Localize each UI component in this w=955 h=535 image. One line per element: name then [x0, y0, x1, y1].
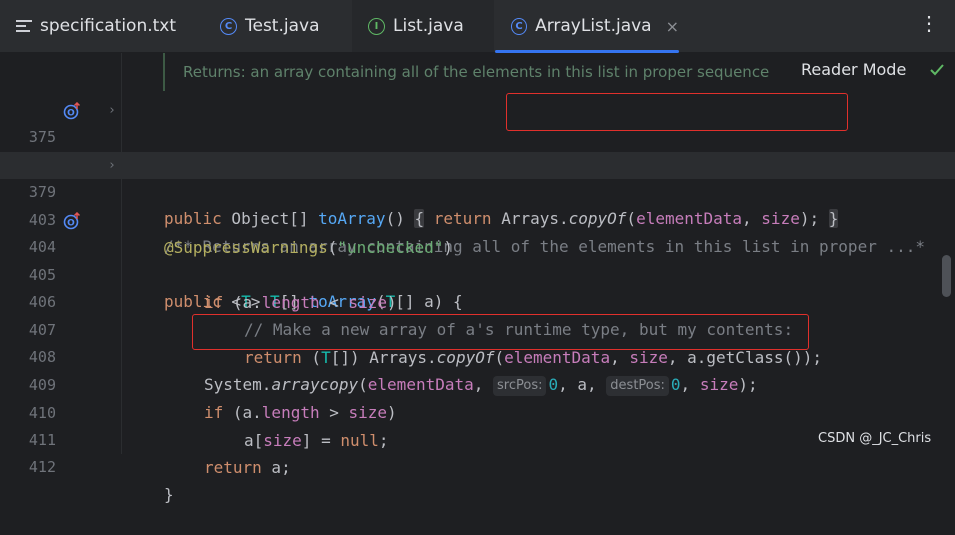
code-line: 410 a[size] = null; [0, 373, 955, 450]
close-icon[interactable]: × [666, 17, 679, 36]
code-editor[interactable]: Returns: an array containing all of the … [0, 53, 955, 504]
tab-specification-txt[interactable]: specification.txt [16, 0, 176, 52]
override-marker-icon[interactable]: O [63, 102, 81, 120]
code-line: 411 return a; [0, 400, 955, 477]
svg-text:O: O [67, 109, 75, 119]
code-text: return a; [204, 458, 291, 477]
tab-label: ArrayList.java [535, 16, 652, 36]
more-tabs-icon[interactable]: ⋮ [919, 14, 939, 34]
svg-text:O: O [67, 219, 75, 229]
class-icon: C [220, 17, 237, 35]
vertical-scrollbar[interactable] [942, 255, 951, 297]
text-file-icon [16, 20, 32, 32]
highlight-box [506, 93, 848, 131]
code-line: 403 @SuppressWarnings("unchecked") [0, 180, 955, 257]
code-line: 406 // Make a new array of a's runtime t… [0, 262, 955, 339]
line-number: 412 [28, 458, 56, 476]
code-line: 407 return (T[]) Arrays.copyOf(elementDa… [0, 290, 955, 367]
tab-test-java[interactable]: C Test.java [220, 0, 320, 52]
check-icon[interactable] [930, 63, 944, 77]
code-text: } [164, 485, 174, 504]
tab-list-java[interactable]: I List.java [352, 0, 494, 52]
highlight-box [192, 314, 809, 350]
tab-arraylist-java[interactable]: C ArrayList.java × [495, 0, 679, 53]
override-marker-icon[interactable]: O [63, 212, 81, 230]
tab-label: List.java [393, 16, 464, 36]
class-icon: C [511, 17, 528, 35]
fold-chevron-icon[interactable]: › [108, 97, 116, 124]
rendered-javadoc: Returns: an array containing all of the … [163, 53, 771, 91]
editor-tab-bar: specification.txt C Test.java I List.jav… [0, 0, 955, 53]
watermark: CSDN @_JC_Chris [818, 431, 932, 446]
code-line: 404 O public <T> T[] toArray(T[] a) { [0, 207, 955, 311]
code-line: 379 › /** Returns an array containing al… [0, 152, 955, 256]
reader-mode-button[interactable]: Reader Mode [801, 60, 906, 79]
tab-label: specification.txt [40, 16, 177, 36]
interface-icon: I [368, 17, 385, 35]
tab-label: Test.java [245, 16, 320, 36]
code-line: 412 } [0, 427, 955, 504]
code-line: 405 if (a.length < size) [0, 235, 955, 312]
fold-chevron-icon[interactable]: › [108, 152, 116, 179]
